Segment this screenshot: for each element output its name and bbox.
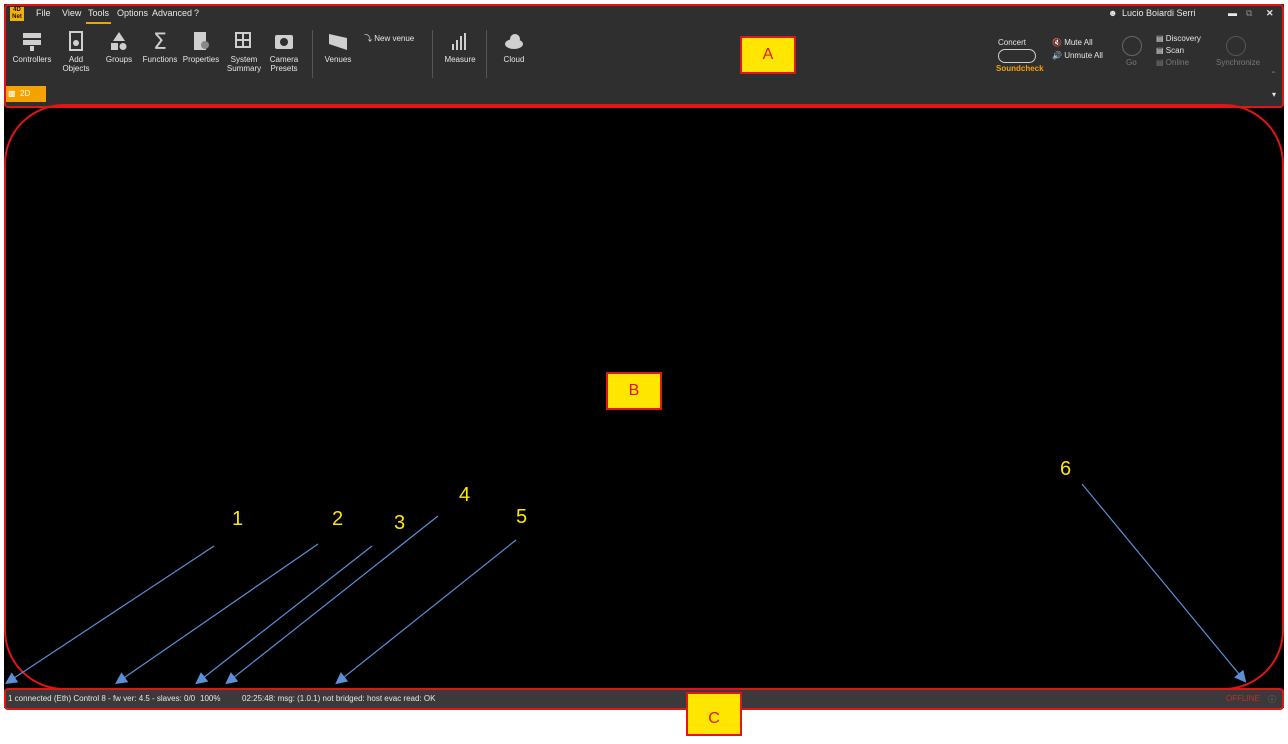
arrow-6 xyxy=(1081,483,1247,683)
arrow-1 xyxy=(4,545,215,684)
arrow-4 xyxy=(225,515,439,685)
annotation-arrows xyxy=(4,483,1247,685)
arrow-5 xyxy=(335,539,517,685)
arrow-2 xyxy=(115,543,319,685)
